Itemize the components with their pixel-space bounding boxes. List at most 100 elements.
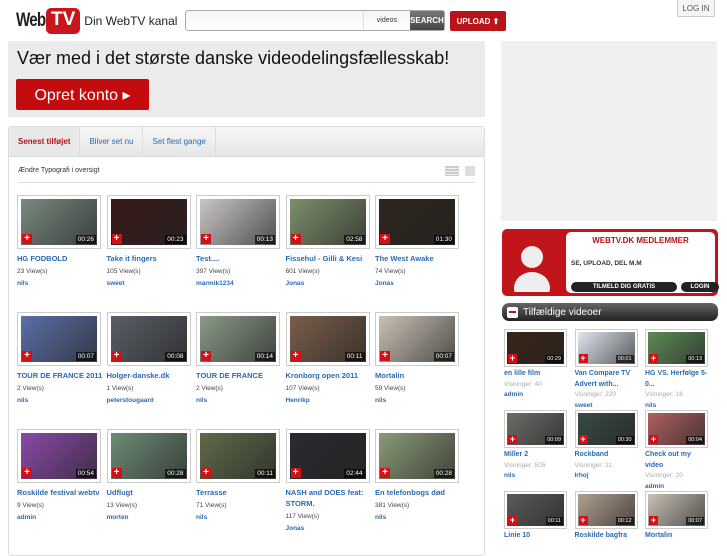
add-to-playlist-icon[interactable]: +	[201, 234, 211, 244]
add-to-playlist-icon[interactable]: +	[508, 354, 517, 363]
video-title-link[interactable]: TOUR DE FRANCE 2011	[17, 370, 103, 381]
video-thumbnail[interactable]: +00:01	[574, 329, 638, 367]
video-user-link[interactable]: nils	[196, 395, 282, 406]
video-title-link[interactable]: Van Compare TV Advert with...	[575, 369, 639, 390]
add-to-playlist-icon[interactable]: +	[649, 516, 658, 525]
add-to-playlist-icon[interactable]: +	[201, 468, 211, 478]
video-user-link[interactable]: nils	[504, 471, 568, 482]
tab-latest[interactable]: Senest tilføjet	[9, 127, 81, 156]
video-thumbnail[interactable]: +00:54	[17, 429, 101, 483]
logo[interactable]: Web TV Din WebTV kanal	[16, 8, 177, 34]
video-thumbnail[interactable]: +00:08	[106, 312, 191, 366]
random-videos-header[interactable]: Tilfældige videoer	[502, 303, 718, 321]
video-thumbnail[interactable]: +00:23	[106, 195, 191, 249]
grid-view-icon[interactable]	[465, 166, 475, 176]
video-thumbnail[interactable]: +00:26	[17, 195, 101, 249]
add-to-playlist-icon[interactable]: +	[380, 234, 390, 244]
video-thumbnail[interactable]: +00:07	[375, 312, 459, 366]
video-title-link[interactable]: Roskilde festival webtv	[17, 487, 103, 498]
video-user-link[interactable]: nils	[375, 395, 461, 406]
add-to-playlist-icon[interactable]: +	[22, 351, 32, 361]
add-to-playlist-icon[interactable]: +	[649, 435, 658, 444]
video-title-link[interactable]: en lille film	[504, 369, 568, 380]
add-to-playlist-icon[interactable]: +	[578, 516, 588, 525]
add-to-playlist-icon[interactable]: +	[111, 468, 122, 478]
search-scope-select[interactable]: videos	[363, 11, 410, 30]
add-to-playlist-icon[interactable]: +	[290, 351, 301, 361]
add-to-playlist-icon[interactable]: +	[290, 234, 301, 244]
add-to-playlist-icon[interactable]: +	[508, 516, 517, 525]
video-thumbnail[interactable]: +00:11	[285, 312, 370, 366]
add-to-playlist-icon[interactable]: +	[380, 351, 390, 361]
video-user-link[interactable]: admin	[504, 390, 568, 401]
video-user-link[interactable]: Jonas	[286, 523, 372, 534]
add-to-playlist-icon[interactable]: +	[649, 354, 658, 363]
video-user-link[interactable]: nils	[375, 512, 461, 523]
video-thumbnail[interactable]: +00:28	[106, 429, 191, 483]
login-button[interactable]: LOG IN	[677, 0, 715, 17]
video-user-link[interactable]: Jonas	[286, 278, 372, 289]
video-title-link[interactable]: Check out my video	[645, 450, 709, 471]
add-to-playlist-icon[interactable]: +	[201, 351, 211, 361]
add-to-playlist-icon[interactable]: +	[22, 234, 32, 244]
search-input[interactable]	[186, 11, 363, 30]
search-button[interactable]: SEARCH	[409, 11, 444, 30]
video-title-link[interactable]: Terrasse	[196, 487, 282, 498]
collapse-icon[interactable]	[507, 306, 518, 318]
video-title-link[interactable]: Take it fingers	[107, 253, 193, 264]
video-user-link[interactable]: Henrikp	[286, 395, 372, 406]
list-view-icon[interactable]	[445, 166, 459, 176]
video-title-link[interactable]: Roskilde bagfra	[575, 531, 639, 542]
video-user-link[interactable]: morten	[107, 512, 193, 523]
video-thumbnail[interactable]: +00:30	[574, 410, 638, 448]
video-thumbnail[interactable]: +00:07	[645, 491, 708, 529]
video-thumbnail[interactable]: +00:11	[196, 429, 280, 483]
video-thumbnail[interactable]: +00:28	[375, 429, 459, 483]
add-to-playlist-icon[interactable]: +	[508, 435, 517, 444]
members-login-button[interactable]: LOGIN	[681, 282, 719, 292]
video-title-link[interactable]: Test....	[196, 253, 282, 264]
tab-watching-now[interactable]: Bliver set nu	[80, 127, 144, 156]
video-thumbnail[interactable]: +00:07	[17, 312, 101, 366]
video-title-link[interactable]: Kronborg open 2011	[286, 370, 372, 381]
change-typography-link[interactable]: Ændre Typografi i oversigt	[18, 167, 100, 174]
video-title-link[interactable]: En telefonbogs død	[375, 487, 461, 498]
video-user-link[interactable]: nils	[17, 395, 103, 406]
video-title-link[interactable]: Linie 10	[504, 531, 568, 542]
video-title-link[interactable]: HG VS. Herfølge 5-0...	[645, 369, 709, 390]
video-user-link[interactable]: Jonas	[375, 278, 461, 289]
add-to-playlist-icon[interactable]: +	[578, 354, 588, 363]
signup-free-button[interactable]: TILMELD DIG GRATIS	[571, 282, 677, 292]
video-title-link[interactable]: HG FODBOLD	[17, 253, 103, 264]
video-thumbnail[interactable]: +02:58	[285, 195, 370, 249]
video-title-link[interactable]: TOUR DE FRANCE	[196, 370, 282, 381]
video-thumbnail[interactable]: +02:44	[285, 429, 370, 483]
video-title-link[interactable]: Udflugt	[107, 487, 193, 498]
video-thumbnail[interactable]: +00:11	[504, 491, 567, 529]
video-user-link[interactable]: nils	[17, 278, 103, 289]
video-user-link[interactable]: nils	[196, 512, 282, 523]
video-thumbnail[interactable]: +01:30	[375, 195, 459, 249]
add-to-playlist-icon[interactable]: +	[578, 435, 588, 444]
video-title-link[interactable]: Mortalin	[645, 531, 709, 542]
video-thumbnail[interactable]: +00:14	[196, 312, 280, 366]
video-thumbnail[interactable]: +00:04	[645, 410, 708, 448]
video-title-link[interactable]: Rockband	[575, 450, 639, 461]
video-title-link[interactable]: Mortalin	[375, 370, 461, 381]
video-thumbnail[interactable]: +00:13	[645, 329, 708, 367]
add-to-playlist-icon[interactable]: +	[111, 234, 122, 244]
tab-most-viewed[interactable]: Set flest gange	[143, 127, 216, 156]
video-user-link[interactable]: admin	[17, 512, 103, 523]
video-title-link[interactable]: Miller 2	[504, 450, 568, 461]
add-to-playlist-icon[interactable]: +	[290, 468, 301, 478]
video-thumbnail[interactable]: +00:13	[196, 195, 280, 249]
add-to-playlist-icon[interactable]: +	[22, 468, 32, 478]
create-account-button[interactable]: Opret konto ▸	[16, 79, 149, 110]
add-to-playlist-icon[interactable]: +	[380, 468, 390, 478]
video-thumbnail[interactable]: +00:12	[574, 491, 638, 529]
video-thumbnail[interactable]: +00:09	[504, 410, 567, 448]
video-user-link[interactable]: sweet	[107, 278, 193, 289]
video-thumbnail[interactable]: +00:29	[504, 329, 567, 367]
video-user-link[interactable]: marmik1234	[196, 278, 282, 289]
video-user-link[interactable]: lrhoj	[575, 471, 639, 482]
